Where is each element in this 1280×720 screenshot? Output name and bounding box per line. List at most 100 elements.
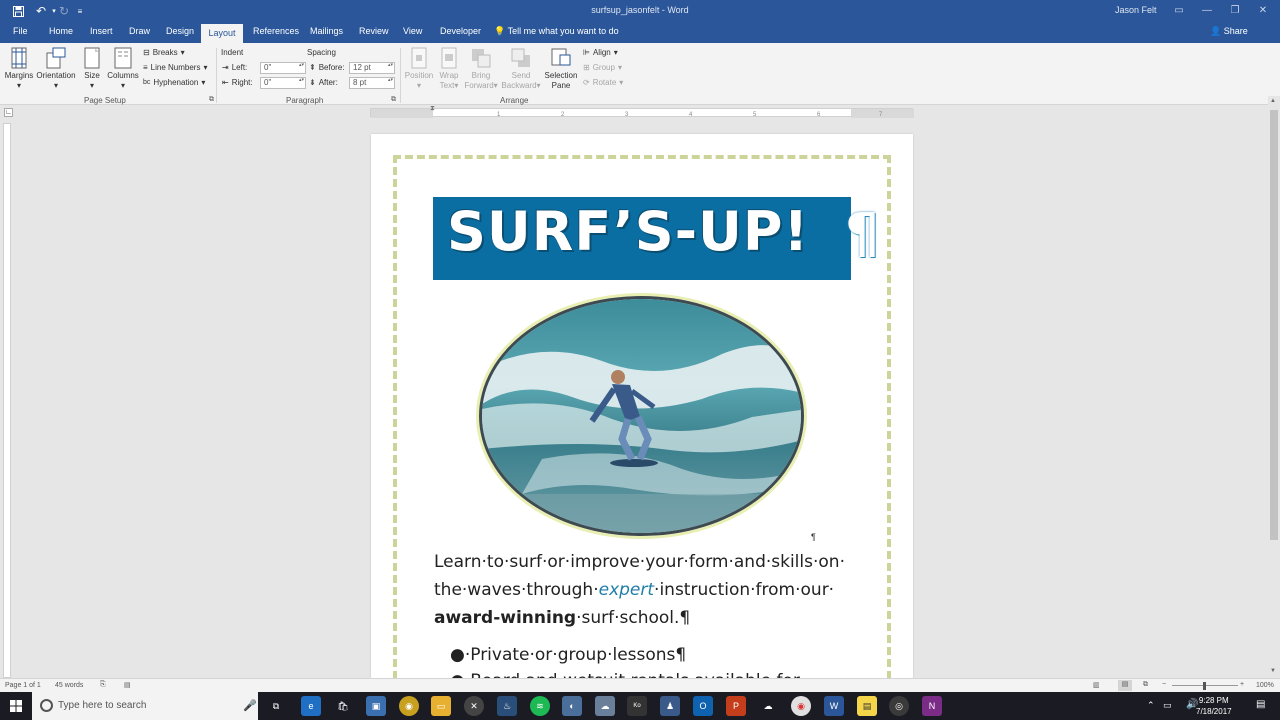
zoom-level[interactable]: 100% [1256, 682, 1274, 689]
tab-draw[interactable]: Draw [129, 26, 150, 36]
tab-review[interactable]: Review [359, 26, 389, 36]
sticky-notes-icon[interactable]: ▤ [857, 696, 877, 716]
line-numbers-button[interactable]: ≡ Line Numbers ▾ [143, 63, 208, 72]
store-icon[interactable]: 🛍 [333, 696, 353, 716]
app-icon[interactable]: ♟ [660, 696, 680, 716]
onenote-icon[interactable]: N [922, 696, 942, 716]
selection-pane-button[interactable]: Selection Pane [542, 47, 580, 91]
app-icon[interactable]: ☁ [595, 696, 615, 716]
web-layout-icon[interactable]: ⧉ [1143, 681, 1148, 689]
ribbon-separator [216, 48, 217, 103]
microphone-icon[interactable]: 🎤 [243, 699, 257, 712]
read-mode-icon[interactable]: ▥ [1093, 681, 1100, 689]
app-icon[interactable]: ◉ [399, 696, 419, 716]
group-button[interactable]: ⊞ Group ▾ [583, 63, 622, 72]
zoom-in-icon[interactable]: + [1240, 681, 1244, 688]
tab-insert[interactable]: Insert [90, 26, 113, 36]
steam-icon[interactable]: ♨ [497, 696, 517, 716]
file-explorer-icon[interactable]: ▭ [431, 696, 451, 716]
horizontal-ruler[interactable]: 123 4567 [370, 108, 914, 118]
restore-icon[interactable]: ❐ [1222, 2, 1248, 18]
body-line-1[interactable]: Learn·to·surf·or·improve·your·form·and·s… [434, 552, 845, 572]
system-clock[interactable]: 9:28 PM 7/18/2017 [1196, 695, 1232, 717]
send-backward-button[interactable]: Send Backward▾ [500, 47, 542, 91]
tab-home[interactable]: Home [49, 26, 73, 36]
zoom-slider-handle[interactable] [1203, 682, 1206, 690]
scrollbar-thumb[interactable] [1270, 110, 1278, 540]
margins-button[interactable]: Margins ▾ [4, 47, 34, 91]
share-button[interactable]: 👤 Share [1210, 26, 1248, 37]
size-button[interactable]: Size ▾ [80, 47, 104, 91]
app-icon[interactable]: Ko [627, 696, 647, 716]
tab-view[interactable]: View [403, 26, 422, 36]
scroll-down-icon[interactable]: ▼ [1270, 668, 1276, 674]
tab-developer[interactable]: Developer [440, 26, 481, 36]
powerpoint-icon[interactable]: P [726, 696, 746, 716]
headline-text[interactable]: SURF’S-UP! [447, 200, 809, 263]
outlook-icon[interactable]: O [693, 696, 713, 716]
minimize-icon[interactable]: — [1194, 2, 1220, 18]
vertical-scrollbar[interactable]: ▲ ▼ [1268, 96, 1280, 678]
tab-design[interactable]: Design [166, 26, 194, 36]
onedrive-icon[interactable]: ☁ [758, 696, 778, 716]
columns-button[interactable]: Columns ▾ [106, 47, 140, 91]
word-icon[interactable]: W [824, 696, 844, 716]
chrome-icon[interactable]: ◉ [791, 696, 811, 716]
ribbon-tabs: File Home Insert Draw Design Layout Refe… [0, 22, 1280, 43]
ribbon-options-icon[interactable]: ▭ [1166, 2, 1192, 18]
body-line-2[interactable]: the·waves·through·expert·instruction·fro… [434, 580, 834, 600]
windows-start-icon[interactable] [6, 696, 26, 716]
vertical-ruler[interactable] [3, 123, 11, 678]
word-count[interactable]: 45 words [55, 682, 83, 689]
send-backward-icon [511, 48, 530, 67]
document-page[interactable]: SURF’S-UP! ¶ ¶ Learn·to·surf·or·improve·… [371, 134, 913, 694]
indent-left-input[interactable]: 0" [260, 62, 306, 74]
bring-forward-button[interactable]: Bring Forward▾ [464, 47, 498, 91]
breaks-button[interactable]: ⊟ Breaks ▾ [143, 48, 185, 57]
spacing-before-input[interactable]: 12 pt [349, 62, 395, 74]
taskbar-search-input[interactable]: Type here to search [32, 692, 258, 720]
user-name[interactable]: Jason Felt [1115, 5, 1157, 15]
paragraph-launcher-icon[interactable]: ⧉ [391, 96, 396, 104]
indent-right-input[interactable]: 0" [260, 77, 306, 89]
app-icon[interactable]: ◎ [889, 696, 909, 716]
xbox-icon[interactable]: ✕ [464, 696, 484, 716]
notifications-chevron-icon[interactable]: ⌃ [1147, 700, 1155, 711]
action-center-icon[interactable]: ▤ [1256, 699, 1265, 710]
tab-selector-icon[interactable]: ∟ [4, 108, 13, 117]
wrap-text-button[interactable]: Wrap Text▾ [436, 47, 462, 91]
rotate-button[interactable]: ⟳ Rotate ▾ [583, 78, 623, 87]
close-icon[interactable]: ✕ [1250, 2, 1276, 18]
spacing-after-input[interactable]: 8 pt [349, 77, 395, 89]
cortana-icon [40, 699, 53, 712]
scroll-up-icon[interactable]: ▲ [1270, 98, 1276, 104]
tab-mailings[interactable]: Mailings [310, 26, 343, 36]
orientation-button[interactable]: Orientation ▾ [36, 47, 76, 91]
tab-layout[interactable]: Layout [201, 24, 243, 43]
bullet-item-1[interactable]: ●·Private·or·group·lessons¶ [450, 645, 686, 665]
align-button[interactable]: ⊫ Align ▾ [583, 48, 618, 57]
edge-icon[interactable]: e [301, 696, 321, 716]
line-numbers-icon: ≡ [143, 63, 148, 72]
tab-file[interactable]: File [13, 26, 28, 36]
hyphenation-button[interactable]: bc Hyphenation ▾ [143, 78, 205, 87]
zoom-out-icon[interactable]: − [1162, 681, 1166, 688]
proofing-icon[interactable]: ⎘ [100, 681, 106, 689]
spotify-icon[interactable]: ≋ [530, 696, 550, 716]
task-view-icon[interactable]: ⧉ [266, 696, 286, 716]
body-line-3[interactable]: award-winning·surf·school.¶ [434, 608, 690, 628]
macro-icon[interactable]: ▤ [124, 681, 131, 689]
network-icon[interactable]: ▭ [1163, 700, 1172, 711]
print-layout-icon[interactable]: ▤ [1118, 680, 1132, 691]
wrap-text-icon [441, 47, 457, 69]
image-anchor-pilcrow: ¶ [811, 532, 816, 542]
tab-references[interactable]: References [253, 26, 299, 36]
page-setup-launcher-icon[interactable]: ⧉ [209, 96, 214, 104]
surfer-photo[interactable] [479, 296, 804, 536]
app-icon[interactable]: ▣ [366, 696, 386, 716]
page-count[interactable]: Page 1 of 1 [5, 682, 41, 689]
indent-marker-icon[interactable]: ⧗ [430, 105, 435, 113]
app-icon[interactable]: ◐ [562, 696, 582, 716]
tell-me-box[interactable]: 💡 Tell me what you want to do [494, 26, 619, 37]
position-button[interactable]: Position ▾ [404, 47, 434, 91]
